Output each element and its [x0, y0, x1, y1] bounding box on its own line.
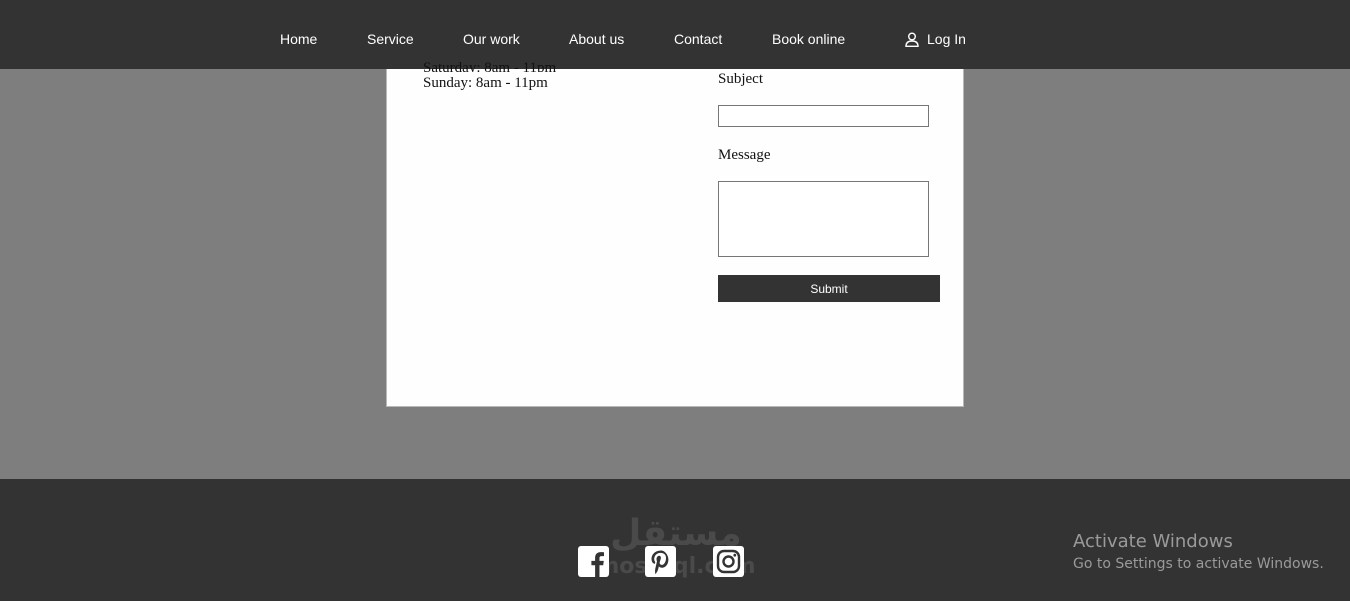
site-footer: مستقل mostaql.com Activate Windows Go to… — [0, 479, 1350, 601]
login-button[interactable]: Log In — [905, 31, 966, 47]
instagram-icon[interactable] — [713, 546, 744, 577]
opening-hours-partial: Saturday: 8am - 11pm — [423, 60, 557, 72]
nav-home[interactable]: Home — [280, 31, 317, 47]
nav-book-online[interactable]: Book online — [772, 31, 845, 47]
user-icon — [905, 32, 919, 47]
activate-windows-title: Activate Windows — [1073, 531, 1233, 552]
submit-button[interactable]: Submit — [718, 275, 940, 302]
message-textarea[interactable] — [718, 181, 929, 257]
nav-about-us[interactable]: About us — [569, 31, 624, 47]
activate-windows-subtitle: Go to Settings to activate Windows. — [1073, 556, 1324, 572]
nav-our-work[interactable]: Our work — [463, 31, 520, 47]
opening-hours-sunday: Sunday: 8am - 11pm — [423, 75, 548, 91]
login-label: Log In — [927, 31, 966, 47]
message-label: Message — [718, 147, 771, 163]
subject-input[interactable] — [718, 105, 929, 127]
site-header: Home Service Our work About us Contact B… — [0, 0, 1350, 69]
facebook-icon[interactable] — [578, 546, 609, 577]
pinterest-icon[interactable] — [645, 546, 676, 577]
contact-card: Saturday: 8am - 11pm Sunday: 8am - 11pm … — [386, 60, 964, 407]
nav-contact[interactable]: Contact — [674, 31, 722, 47]
nav-service[interactable]: Service — [367, 31, 414, 47]
subject-label: Subject — [718, 71, 763, 87]
